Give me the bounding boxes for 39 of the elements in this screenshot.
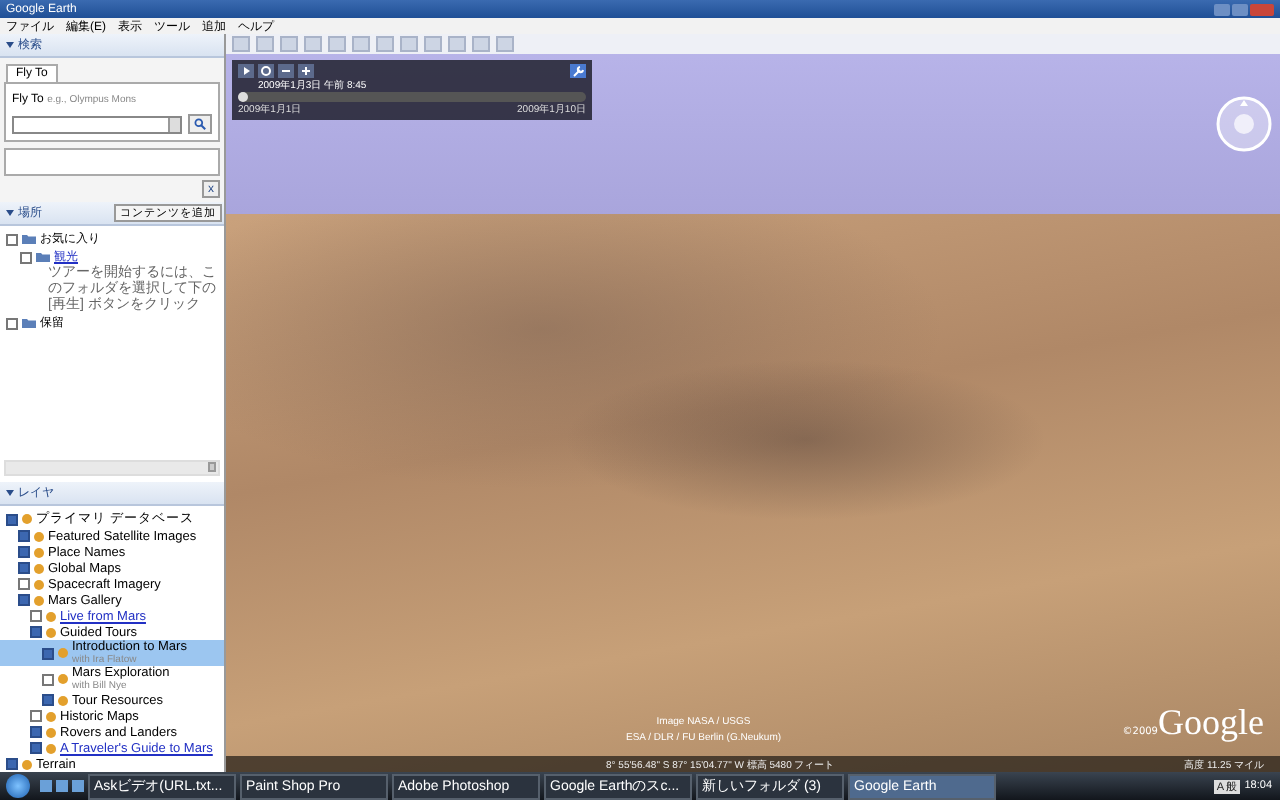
checkbox[interactable] bbox=[6, 513, 18, 525]
maximize-button[interactable] bbox=[1232, 3, 1248, 15]
checkbox[interactable] bbox=[6, 758, 18, 770]
zoom-in-icon[interactable] bbox=[298, 64, 314, 78]
checkbox[interactable] bbox=[30, 626, 42, 638]
close-button[interactable] bbox=[1250, 3, 1274, 15]
checkbox[interactable] bbox=[42, 694, 54, 706]
time-slider-thumb[interactable] bbox=[238, 92, 249, 102]
fly-to-input[interactable] bbox=[12, 115, 182, 133]
navigation-control[interactable] bbox=[1214, 94, 1274, 154]
search-icon bbox=[194, 118, 206, 130]
zoom-out-icon[interactable] bbox=[278, 64, 294, 78]
wrench-icon[interactable] bbox=[570, 64, 586, 78]
checkbox[interactable] bbox=[42, 647, 54, 659]
checkbox[interactable] bbox=[6, 317, 18, 329]
time-track[interactable] bbox=[238, 92, 586, 102]
checkbox[interactable] bbox=[6, 233, 18, 245]
layer-icon bbox=[58, 648, 68, 658]
checkbox[interactable] bbox=[30, 610, 42, 622]
start-button[interactable] bbox=[6, 774, 30, 798]
checkbox[interactable] bbox=[18, 594, 30, 606]
layer-icon bbox=[58, 674, 68, 684]
checkbox[interactable] bbox=[30, 726, 42, 738]
checkbox[interactable] bbox=[20, 251, 32, 263]
settings-icon[interactable] bbox=[258, 64, 274, 78]
scroll-thumb[interactable] bbox=[208, 462, 216, 472]
folder-icon bbox=[22, 318, 36, 328]
play-button[interactable] bbox=[238, 64, 254, 78]
checkbox[interactable] bbox=[18, 546, 30, 558]
search-button[interactable] bbox=[188, 114, 212, 134]
checkbox[interactable] bbox=[18, 562, 30, 574]
checkbox[interactable] bbox=[18, 530, 30, 542]
checkbox[interactable] bbox=[18, 578, 30, 590]
checkbox[interactable] bbox=[30, 710, 42, 722]
checkbox[interactable] bbox=[42, 673, 54, 685]
layer-icon bbox=[22, 759, 32, 769]
horizontal-scrollbar[interactable] bbox=[4, 460, 220, 476]
checkbox[interactable] bbox=[30, 742, 42, 754]
minimize-button[interactable] bbox=[1214, 3, 1230, 15]
